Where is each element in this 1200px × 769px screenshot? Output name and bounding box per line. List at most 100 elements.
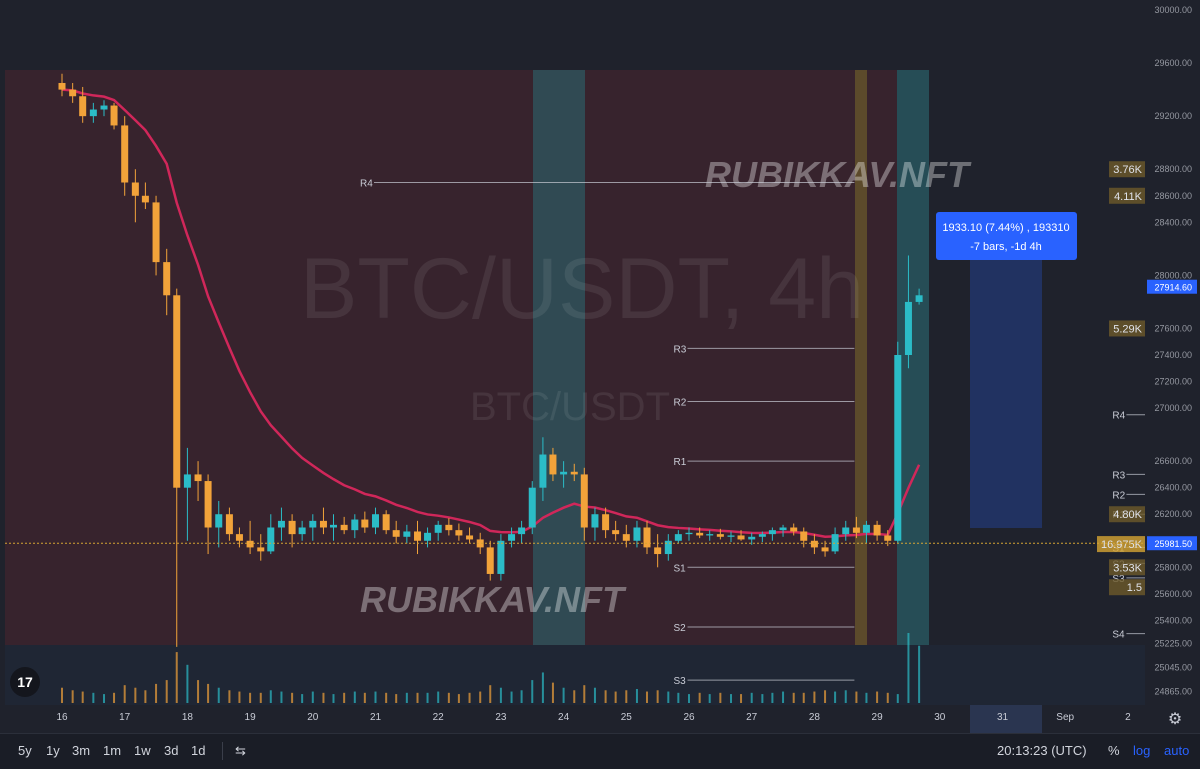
volume-bar xyxy=(844,690,847,703)
volume-bar xyxy=(457,694,460,703)
percent-toggle[interactable]: % xyxy=(1108,743,1120,758)
volume-bar xyxy=(531,680,534,703)
log-toggle[interactable]: log xyxy=(1133,743,1150,758)
volume-bar xyxy=(730,694,733,703)
candle-body xyxy=(329,524,337,528)
x-axis-tick-label: 24 xyxy=(558,712,570,723)
volume-bar xyxy=(197,680,200,703)
volume-bar xyxy=(499,687,502,703)
candle-body xyxy=(392,530,400,537)
range-1m-button[interactable]: 1m xyxy=(103,743,121,758)
candle-body xyxy=(539,454,547,488)
candle-body xyxy=(204,481,212,528)
candle-body xyxy=(727,535,735,537)
volume-bar xyxy=(249,692,252,703)
volume-bar xyxy=(165,680,168,703)
range-5y-button[interactable]: 5y xyxy=(18,743,32,758)
range-1y-button[interactable]: 1y xyxy=(46,743,60,758)
volume-bar xyxy=(228,690,231,703)
volume-bar xyxy=(332,694,335,703)
pivot-level-label: R3 xyxy=(674,344,687,355)
volume-bar xyxy=(782,691,785,703)
y-axis-tick-label: 29200.00 xyxy=(1154,111,1192,121)
x-axis-tick-label: 19 xyxy=(245,712,257,723)
candle-body xyxy=(570,471,578,475)
volume-profile-label: 3.53K xyxy=(1113,562,1142,574)
candle-body xyxy=(884,535,892,541)
volume-bar xyxy=(416,692,419,703)
volume-bar xyxy=(175,652,178,703)
candle-body xyxy=(246,540,254,548)
y-axis-tick-label: 28600.00 xyxy=(1154,191,1192,201)
candle-body xyxy=(69,89,77,97)
y-axis-tick-label: 27200.00 xyxy=(1154,377,1192,387)
x-axis-tick-label: 28 xyxy=(809,712,821,723)
volume-bar xyxy=(479,691,482,703)
candle-body xyxy=(152,202,160,263)
candle-body xyxy=(842,527,850,535)
tradingview-logo-icon[interactable]: 17 xyxy=(10,667,40,697)
candle-body xyxy=(497,540,505,574)
volume-bar xyxy=(405,692,408,703)
volume-bar xyxy=(907,633,910,703)
volume-bar xyxy=(677,692,680,703)
volume-profile-label: 3.76K xyxy=(1113,164,1142,176)
candle-body xyxy=(298,527,306,535)
volume-bar xyxy=(813,691,816,703)
candle-body xyxy=(194,474,202,482)
gear-icon[interactable]: ⚙ xyxy=(1163,708,1187,732)
volume-bar xyxy=(186,664,189,703)
candle-body xyxy=(904,301,912,355)
volume-bar xyxy=(834,691,837,703)
volume-bar xyxy=(551,682,554,703)
candle-body xyxy=(873,524,881,536)
x-axis-tick-label: 21 xyxy=(370,712,382,723)
date-range-icon[interactable]: ⇆ xyxy=(235,743,246,759)
measure-tooltip-line2: -7 bars, -1d 4h xyxy=(970,241,1042,253)
candle-body xyxy=(434,524,442,533)
candle-body xyxy=(58,82,66,90)
candle-body xyxy=(748,536,756,540)
volume-bar xyxy=(353,691,356,703)
candle-body xyxy=(580,474,588,528)
range-3d-button[interactable]: 3d xyxy=(164,743,178,758)
last-price-label: 27914.60 xyxy=(1154,283,1192,293)
y-axis-tick-label: 25400.00 xyxy=(1154,615,1192,625)
volume-bar xyxy=(343,692,346,703)
volume-bar xyxy=(824,690,827,703)
candle-body xyxy=(779,527,787,531)
pivot-level-label: R2 xyxy=(1112,490,1125,501)
x-axis-tick-label: 23 xyxy=(495,712,507,723)
candle-body xyxy=(737,535,745,540)
volume-bar xyxy=(740,694,743,703)
volume-bar xyxy=(426,692,429,703)
current-price-label: 25981.50 xyxy=(1154,539,1192,549)
range-1w-button[interactable]: 1w xyxy=(134,743,151,758)
auto-toggle[interactable]: auto xyxy=(1164,743,1189,758)
y-axis-tick-label: 27400.00 xyxy=(1154,350,1192,360)
volume-bar xyxy=(708,694,711,703)
volume-bar xyxy=(876,691,879,703)
candle-body xyxy=(319,520,327,528)
utc-clock[interactable]: 20:13:23 (UTC) xyxy=(997,743,1087,758)
candle-body xyxy=(696,532,704,536)
pivot-level-label: S1 xyxy=(674,563,687,574)
candle-body xyxy=(790,527,798,532)
volume-bar xyxy=(61,687,63,703)
candle-body xyxy=(560,471,568,475)
volume-bar xyxy=(468,692,471,703)
candle-body xyxy=(674,534,682,541)
candle-body xyxy=(183,474,191,488)
candle-body xyxy=(768,530,776,535)
measure-range xyxy=(970,243,1042,528)
y-axis-tick-label: 25600.00 xyxy=(1154,589,1192,599)
range-3m-button[interactable]: 3m xyxy=(72,743,90,758)
candle-body xyxy=(163,262,171,296)
x-axis-tick-label: 26 xyxy=(683,712,695,723)
x-axis-tick-label: Sep xyxy=(1056,712,1074,723)
candle-body xyxy=(591,514,599,528)
symbol-watermark: BTC/USDT, 4h xyxy=(300,241,864,337)
price-chart[interactable]: BTC/USDT, 4h BTC/USDT RUBIKKAV.NFT RUBIKKAV… xyxy=(0,0,1200,733)
candle-body xyxy=(277,520,285,528)
range-1d-button[interactable]: 1d xyxy=(191,743,205,758)
